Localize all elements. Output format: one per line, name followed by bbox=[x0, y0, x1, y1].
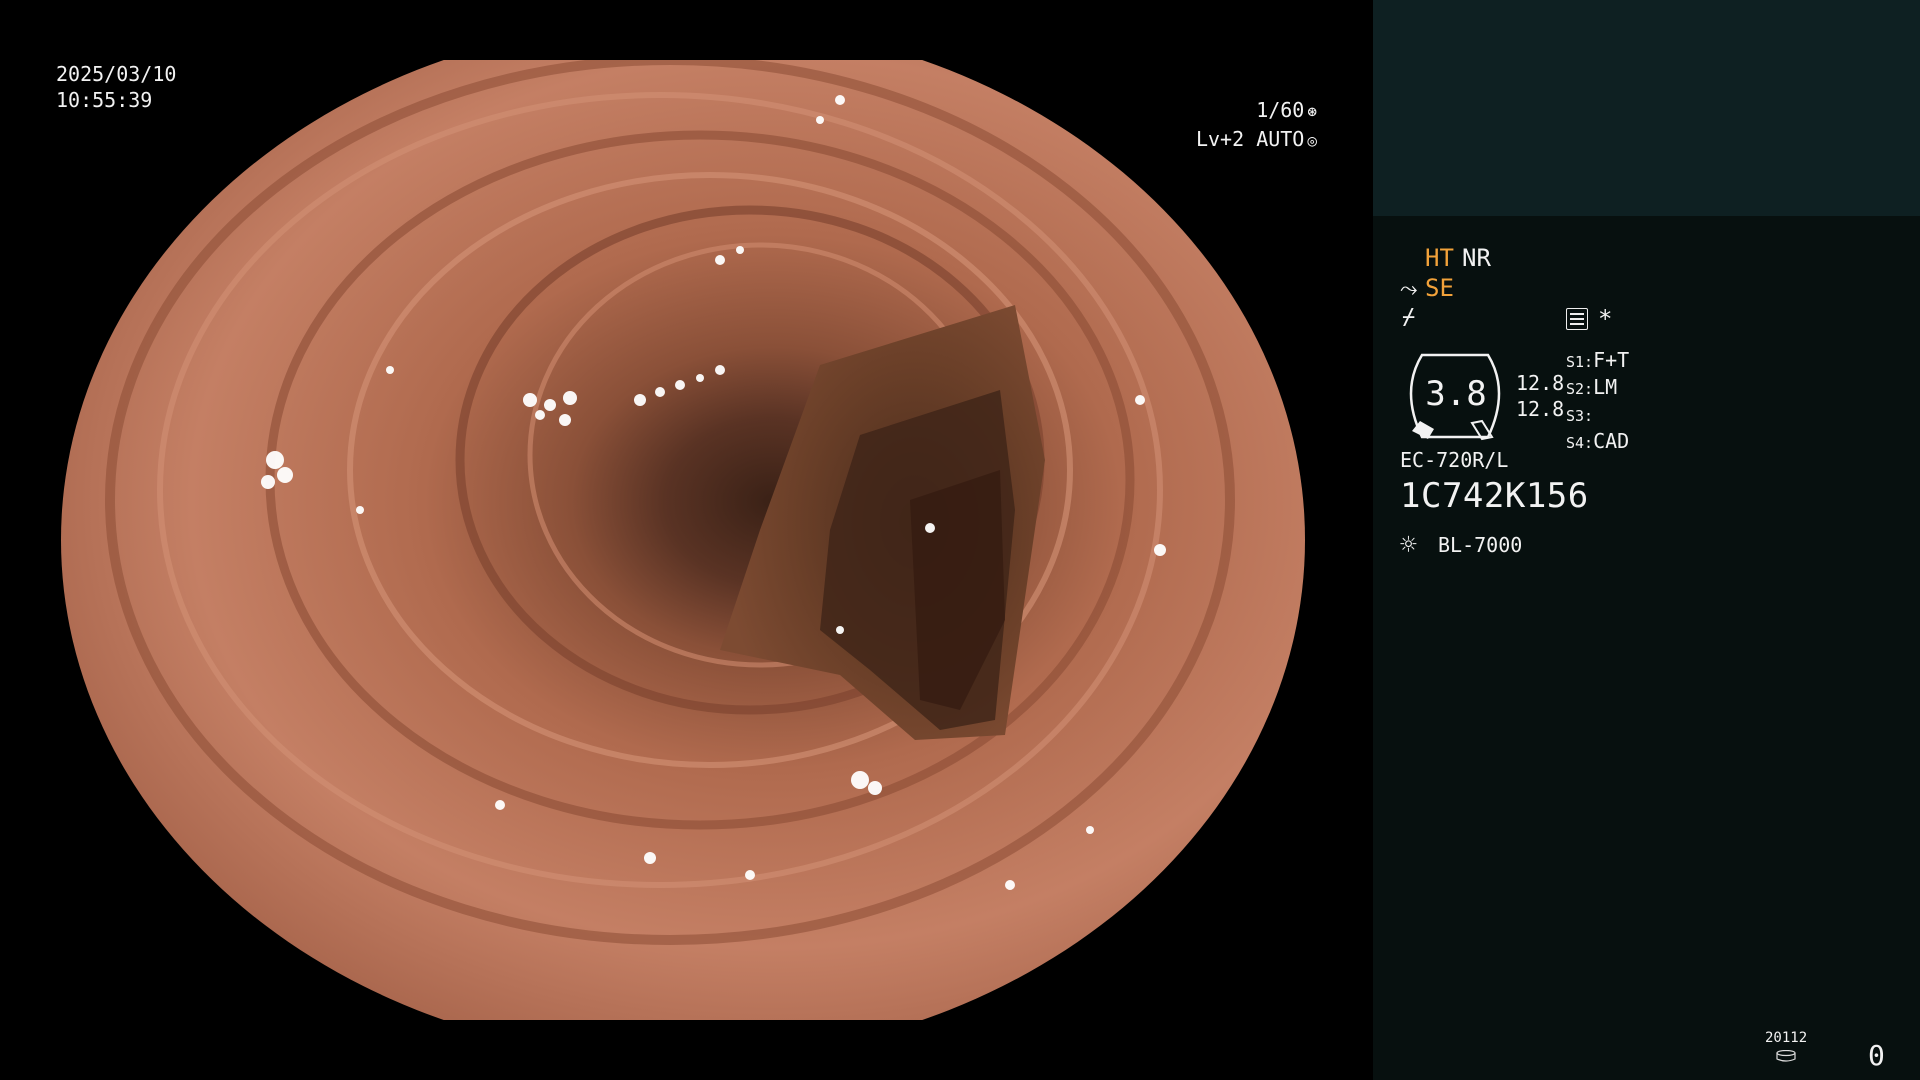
exposure-readout: Lv+2 AUTO ◎ bbox=[1190, 127, 1317, 153]
switch-s4: S4:CAD bbox=[1566, 429, 1629, 456]
level-value: Lv+2 bbox=[1195, 127, 1245, 151]
date-display: 2025/03/10 bbox=[56, 62, 177, 86]
scope-tip-icon: ⤳ bbox=[1400, 277, 1418, 302]
switch-value: LM bbox=[1593, 375, 1618, 399]
gauge-value: 3.8 bbox=[1425, 374, 1487, 414]
scope-serial: 1C742K156 bbox=[1400, 476, 1589, 516]
shutter-value: 1/60 bbox=[1256, 98, 1305, 122]
shutter-readout: 1/60 ⊛ bbox=[1195, 98, 1317, 124]
side-value-2: 12.8 bbox=[1516, 397, 1565, 421]
storage-disk-icon bbox=[1776, 1050, 1796, 1062]
switch-key: S4: bbox=[1566, 434, 1594, 452]
switch-key: S2: bbox=[1566, 380, 1594, 398]
colon-lumen-image bbox=[61, 60, 1305, 1020]
mode-value: AUTO bbox=[1256, 127, 1305, 151]
recording-code: 20112 bbox=[1765, 1030, 1808, 1046]
switch-s1: S1:F+T bbox=[1566, 348, 1629, 375]
aperture-icon: ⊛ bbox=[1307, 102, 1317, 121]
side-value-1: 12.8 bbox=[1516, 371, 1565, 395]
switch-value: CAD bbox=[1593, 429, 1630, 453]
light-source-model: BL-7000 bbox=[1438, 533, 1523, 557]
scope-model: EC-720R/L bbox=[1400, 448, 1509, 472]
scope-switch-list: S1:F+T S2:LM S3: S4:CAD bbox=[1566, 348, 1629, 456]
endoscope-view: 2025/03/10 10:55:39 1/60 ⊛ Lv+2 AUTO ◎ bbox=[0, 0, 1373, 1080]
switch-key: S1: bbox=[1566, 353, 1594, 371]
switch-s2: S2:LM bbox=[1566, 375, 1629, 402]
time-display: 10:55:39 bbox=[56, 88, 153, 112]
freeze-icon: ⌿ bbox=[1402, 305, 1416, 330]
info-panel-header bbox=[1373, 0, 1920, 216]
star-indicator: * bbox=[1598, 305, 1613, 333]
auto-iris-icon: ◎ bbox=[1307, 131, 1317, 150]
se-indicator: SE bbox=[1425, 274, 1454, 302]
ht-indicator: HT bbox=[1425, 244, 1454, 272]
switch-s3: S3: bbox=[1566, 402, 1629, 429]
switch-key: S3: bbox=[1566, 407, 1594, 425]
capture-count: 0 bbox=[1868, 1039, 1885, 1072]
endoscopic-image bbox=[60, 60, 1310, 1020]
settings-list-icon bbox=[1566, 308, 1588, 330]
nr-indicator: NR bbox=[1462, 244, 1491, 272]
switch-value: F+T bbox=[1593, 348, 1630, 372]
gauge-side-values: 12.8 12.8 bbox=[1516, 370, 1564, 422]
light-source-icon: ☼ bbox=[1400, 528, 1417, 561]
